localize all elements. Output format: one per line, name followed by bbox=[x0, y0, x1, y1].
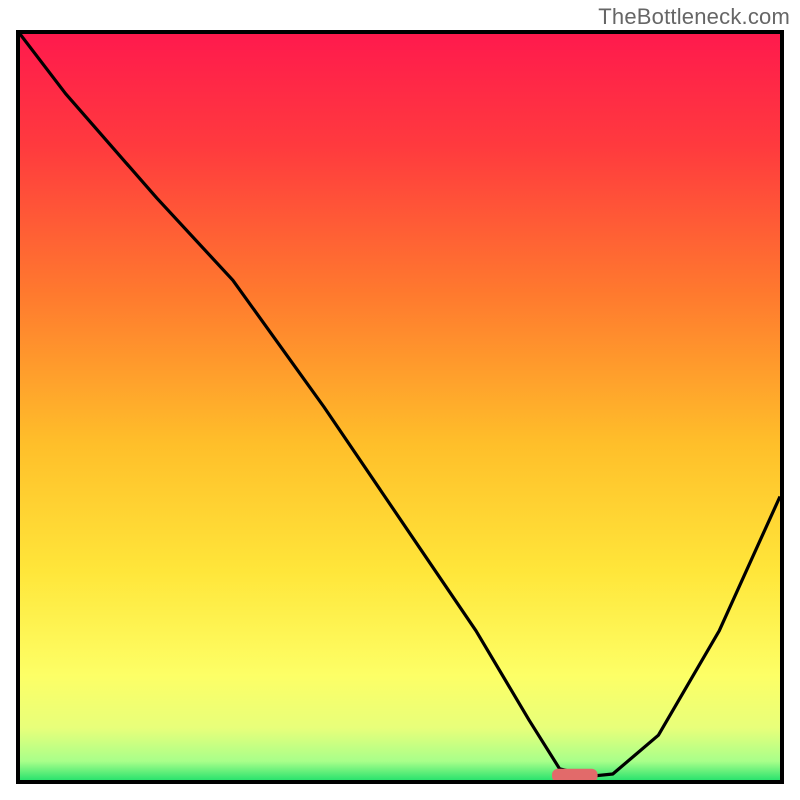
plot-area bbox=[16, 30, 784, 784]
chart-frame: TheBottleneck.com bbox=[0, 0, 800, 800]
heat-background bbox=[20, 34, 780, 780]
optimum-marker bbox=[552, 769, 598, 780]
watermark-label: TheBottleneck.com bbox=[598, 4, 790, 30]
chart-svg bbox=[20, 34, 780, 780]
